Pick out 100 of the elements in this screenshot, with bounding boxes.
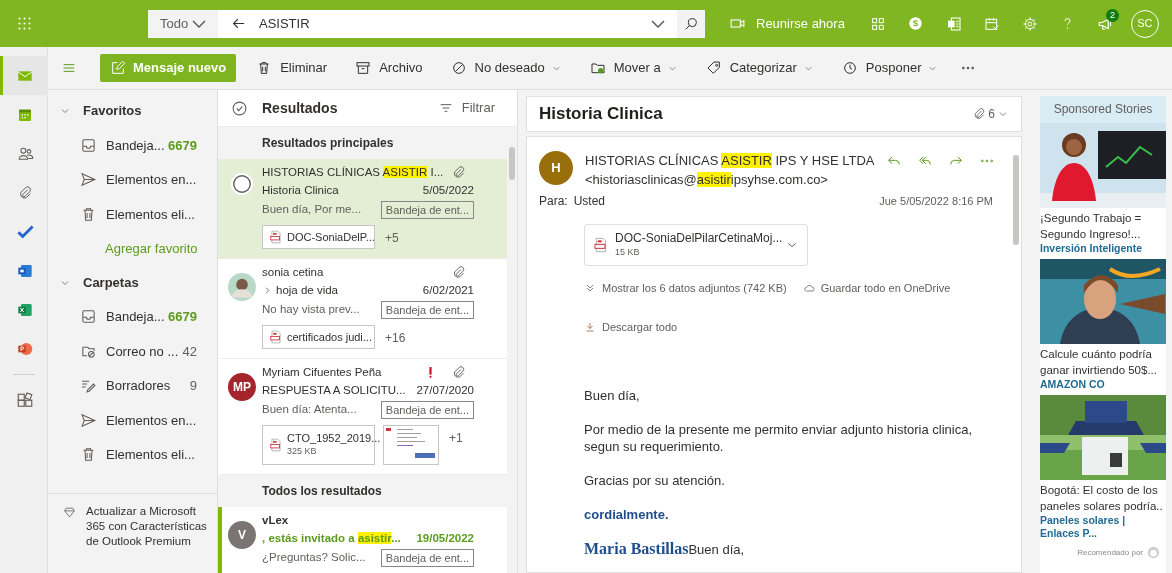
subject-line: hoja de vida (276, 282, 340, 298)
inbox-icon (80, 308, 97, 326)
upgrade-link[interactable]: Actualizar a Microsoft 365 con Características de Outlook Premium (86, 504, 211, 549)
folder-item[interactable]: Elementos en... (48, 403, 217, 438)
block-icon (450, 60, 467, 76)
document-icon (945, 15, 962, 32)
provider-logo-icon (1147, 546, 1160, 559)
excel-app-icon (17, 301, 33, 318)
clock-icon (841, 60, 858, 76)
sent-date: Jue 5/05/2022 8:16 PM (879, 193, 993, 209)
pdf-file-icon (593, 237, 609, 253)
avatar: MP (228, 373, 256, 401)
story-source[interactable]: Paneles solares | Enlaces P... (1040, 514, 1166, 540)
avatar: V (228, 521, 256, 549)
scrollbar-thumb[interactable] (1013, 155, 1019, 245)
recommended-by-label: Recomendado por (1077, 546, 1143, 559)
body-paragraph: Gracias por su atención. (584, 472, 726, 489)
folder-tag: Bandeja de ent... (380, 300, 474, 319)
date-label: 19/05/2022 (416, 530, 474, 546)
toolbar-button[interactable]: Archivo (347, 53, 431, 83)
word-app-icon (17, 262, 33, 279)
group-header: Resultados principales (218, 127, 507, 159)
story-source[interactable]: AMAZON CO (1040, 378, 1166, 391)
search-icon (683, 15, 699, 32)
message-preview: No hay vista prev... (262, 301, 360, 317)
save-to-onedrive-link[interactable]: Guardar todo en OneDrive (802, 280, 951, 297)
tag-icon (705, 60, 722, 76)
checkmark-icon (16, 223, 34, 240)
folder-item[interactable]: Bandeja... 6679 (48, 299, 217, 334)
sender-name: Myriam Cifuentes Peña (262, 364, 383, 380)
toolbar-button[interactable]: Posponer (833, 53, 947, 83)
attachment-card[interactable]: DOC-SoniaDelPilarCetinaMoj... 15 KB (584, 224, 808, 266)
signature-text: Maria BastillasBuen día, (584, 540, 746, 558)
file-name: DOC-SoniaDelP... (287, 230, 375, 244)
unread-count: 42 (182, 342, 197, 361)
story-headline[interactable]: Calcule cuánto podría ganar invirtiendo 50$... (1040, 346, 1166, 378)
avatar-icon (228, 273, 256, 301)
folder-section-header[interactable]: Carpetas (48, 265, 217, 300)
compose-icon (110, 60, 126, 76)
paperclip-icon (17, 184, 33, 201)
filter-button[interactable]: Filtrar (437, 98, 495, 118)
file-size: 325 KB (287, 445, 318, 458)
notification-badge: 2 (1105, 9, 1119, 22)
notifications-button[interactable]: 2 (1086, 0, 1125, 47)
story-headline[interactable]: Bogotá: El costo de los paneles solares podría.. (1040, 482, 1166, 514)
waffle-icon (16, 16, 32, 31)
folder-tag: Bandeja de ent... (380, 548, 474, 567)
attachment-chip[interactable]: DOC-SoniaDelP... (262, 225, 375, 249)
toolbar-button[interactable]: Categorizar (697, 53, 822, 83)
date-label: 5/05/2022 (422, 182, 474, 198)
pdf-file-icon (269, 230, 283, 244)
scrollbar-thumb[interactable] (509, 147, 515, 180)
reading-subject: Historia Clinica (539, 103, 664, 126)
people-icon (16, 145, 34, 162)
folder-item[interactable]: Elementos en... (48, 162, 217, 197)
attachment-chip[interactable]: certificados judi... (262, 325, 375, 349)
subject-line: Historia Clinica (262, 182, 340, 198)
story-source[interactable]: Inversión Inteligente (1040, 242, 1166, 255)
message-preview: Buen día, Por me... (262, 201, 362, 217)
file-name: CTO_1952_2019... (287, 432, 381, 445)
sender-name: HISTORIAS CLÍNICAS ASISTIR IPS Y HSE LTDA (585, 152, 876, 170)
search-box[interactable]: Todo ASISTIR (148, 9, 705, 38)
folder-item[interactable]: Bandeja... 6679 (48, 128, 217, 163)
date-label: 6/02/2021 (422, 282, 474, 298)
folder-section-header[interactable]: Favoritos (48, 94, 217, 128)
grid-icon (869, 15, 886, 32)
show-attachments-link[interactable]: Mostrar los 6 datos adjuntos (742 KB) (584, 280, 787, 297)
powerpoint-app-icon (17, 340, 33, 357)
search-button[interactable] (677, 9, 705, 38)
unread-count: 6679 (168, 308, 197, 326)
toolbar-button[interactable]: No deseado (442, 53, 570, 83)
download-all-link[interactable]: Descargar todo (584, 318, 678, 335)
pdf-file-icon (269, 438, 283, 452)
subject-line: RESPUESTA A SOLICITU... (262, 382, 407, 398)
more-attachments-count: +1 (449, 430, 463, 447)
file-name: certificados judi... (287, 330, 372, 344)
send-icon (80, 171, 97, 189)
paperclip-icon (972, 107, 987, 121)
to-label: Para: (539, 193, 568, 210)
search-scope-dropdown[interactable]: Todo (148, 9, 218, 38)
file-size: 15 KB (615, 246, 641, 259)
story-headline[interactable]: ¡Segundo Trabajo = Segundo Ingreso!... (1040, 210, 1166, 242)
select-all-icon (231, 99, 248, 117)
closing-text: cordialmente. (584, 506, 670, 523)
unread-count: 6679 (168, 136, 197, 155)
folder-item[interactable]: Borradores 9 (48, 368, 217, 403)
select-circle-icon (231, 173, 253, 195)
download-icon (584, 320, 596, 333)
body-paragraph: Buen día, (584, 387, 641, 404)
folder-item[interactable]: Elementos eli... (48, 197, 217, 232)
cloud-icon (802, 282, 815, 295)
list-title: Resultados (262, 98, 339, 118)
sender-name: sonia cetina (262, 264, 325, 280)
toolbar-button[interactable]: Mover a (581, 53, 686, 83)
folder-item[interactable]: Correo no ... 42 (48, 334, 217, 369)
folder-item[interactable]: Elementos eli... (48, 437, 217, 472)
sender-name: vLex (262, 512, 290, 528)
toolbar-button[interactable]: Eliminar (248, 53, 336, 83)
attachment-count-button[interactable]: 6 (972, 105, 1009, 123)
folder-tag: Bandeja de ent... (380, 200, 474, 219)
